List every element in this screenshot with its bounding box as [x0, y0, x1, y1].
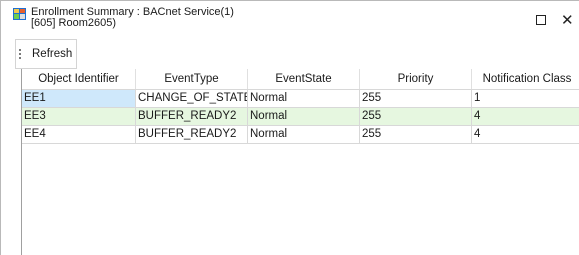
toolbar-grip-icon[interactable]	[19, 49, 21, 60]
cell-event-type[interactable]: BUFFER_READY2	[136, 126, 248, 143]
table-row[interactable]: EE3 BUFFER_READY2 Normal 255 4	[22, 108, 579, 126]
cell-notification-class[interactable]: 4	[472, 108, 579, 125]
grid-rows: EE1 CHANGE_OF_STATE Normal 255 1 EE3 BUF…	[22, 90, 579, 144]
title-bar[interactable]: Enrollment Summary : BACnet Service(1) […	[1, 1, 579, 38]
maximize-button[interactable]	[527, 9, 555, 31]
column-header-event-state[interactable]: EventState	[248, 69, 360, 89]
cell-priority[interactable]: 255	[360, 126, 472, 143]
column-header-event-type[interactable]: EventType	[136, 69, 248, 89]
table-row[interactable]: EE1 CHANGE_OF_STATE Normal 255 1	[22, 90, 579, 108]
column-header-notification-class[interactable]: Notification Class	[472, 69, 579, 89]
cell-object-identifier[interactable]: EE3	[22, 108, 136, 125]
maximize-icon	[536, 15, 546, 25]
enrollment-grid[interactable]: Object Identifier EventType EventState P…	[21, 69, 579, 255]
column-header-object-identifier[interactable]: Object Identifier	[22, 69, 136, 89]
toolbar: Refresh	[15, 39, 77, 69]
enrollment-summary-window: Enrollment Summary : BACnet Service(1) […	[0, 0, 579, 255]
close-icon: ✕	[561, 12, 574, 29]
cell-event-state[interactable]: Normal	[248, 90, 360, 107]
cell-object-identifier[interactable]: EE4	[22, 126, 136, 143]
grid-header: Object Identifier EventType EventState P…	[22, 69, 579, 90]
cell-notification-class[interactable]: 1	[472, 90, 579, 107]
cell-event-type[interactable]: BUFFER_READY2	[136, 108, 248, 125]
cell-notification-class[interactable]: 4	[472, 126, 579, 143]
cell-event-state[interactable]: Normal	[248, 108, 360, 125]
table-row[interactable]: EE4 BUFFER_READY2 Normal 255 4	[22, 126, 579, 144]
cell-priority[interactable]: 255	[360, 108, 472, 125]
close-button[interactable]: ✕	[561, 9, 579, 31]
refresh-button[interactable]: Refresh	[32, 48, 72, 61]
cell-event-type[interactable]: CHANGE_OF_STATE	[136, 90, 248, 107]
enrollment-summary-app-icon	[13, 8, 26, 20]
cell-event-state[interactable]: Normal	[248, 126, 360, 143]
cell-priority[interactable]: 255	[360, 90, 472, 107]
cell-object-identifier[interactable]: EE1	[22, 90, 136, 107]
window-subtitle: [605] Room2605)	[31, 17, 116, 29]
column-header-priority[interactable]: Priority	[360, 69, 472, 89]
